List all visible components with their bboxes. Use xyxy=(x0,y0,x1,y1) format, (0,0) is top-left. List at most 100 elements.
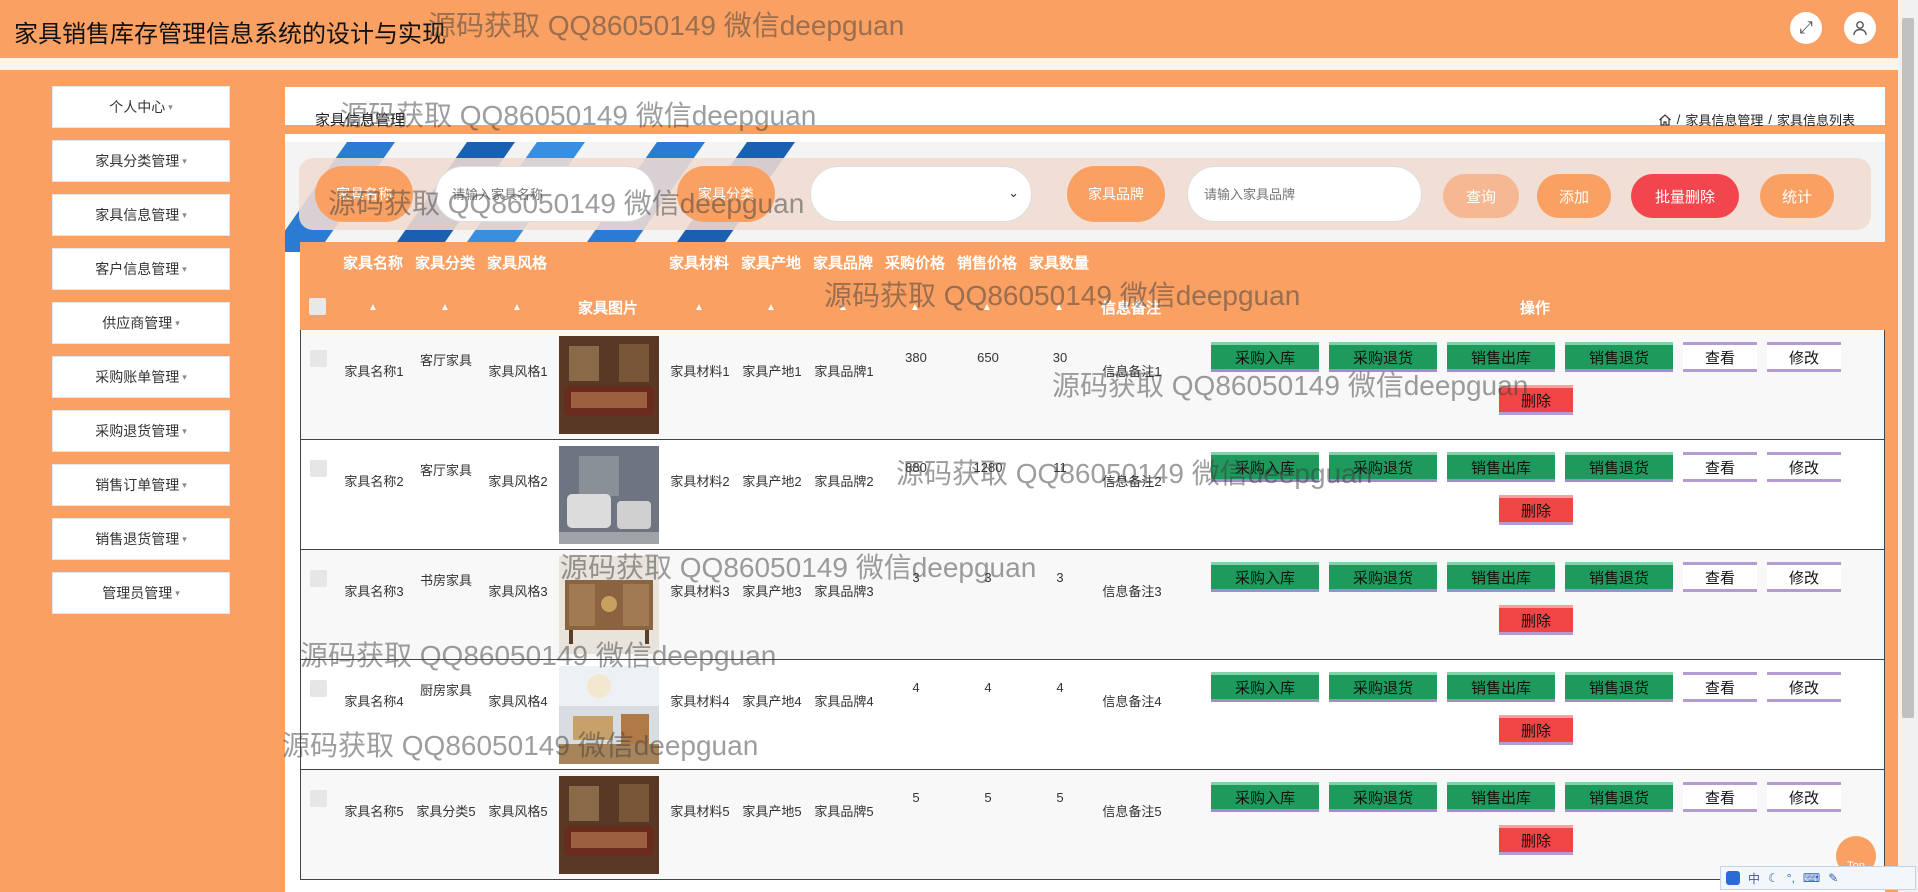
cell-sale-price: 3 xyxy=(984,570,992,585)
statistics-button[interactable]: 统计 xyxy=(1760,174,1834,218)
sort-icon[interactable]: ▲ xyxy=(1054,302,1064,313)
sort-icon[interactable]: ▲ xyxy=(440,302,450,313)
purchase-in-button[interactable]: 采购入库 xyxy=(1211,672,1319,702)
caret-down-icon: ▾ xyxy=(182,155,187,166)
cell-material: 家具材料2 xyxy=(670,474,730,489)
view-button[interactable]: 查看 xyxy=(1683,562,1757,592)
sale-out-button[interactable]: 销售出库 xyxy=(1447,672,1555,702)
caret-down-icon: ▾ xyxy=(182,371,187,382)
home-icon[interactable] xyxy=(1658,113,1672,127)
header-material: 家具材料 xyxy=(668,255,729,272)
sidebar-item-personal-center[interactable]: 个人中心 ▾ xyxy=(52,86,230,128)
sidebar-item-customer[interactable]: 客户信息管理 ▾ xyxy=(52,248,230,290)
cell-remark: 信息备注1 xyxy=(1102,364,1162,379)
header-category: 家具分类 xyxy=(414,255,475,272)
sort-icon[interactable]: ▲ xyxy=(982,302,992,313)
sidebar-item-label: 个人中心 xyxy=(109,99,166,115)
furniture-image xyxy=(559,556,659,654)
view-button[interactable]: 查看 xyxy=(1683,672,1757,702)
sort-icon[interactable]: ▲ xyxy=(512,302,522,313)
sort-icon[interactable]: ▲ xyxy=(910,302,920,313)
furniture-image xyxy=(559,446,659,544)
category-select[interactable]: ⌄ xyxy=(810,166,1032,222)
delete-button[interactable]: 删除 xyxy=(1499,605,1573,635)
cell-brand: 家具品牌4 xyxy=(814,694,874,709)
table-header: 家具名称 家具分类 家具风格 家具图片 家具材料 家具产地 家具品牌 采购价格 … xyxy=(300,242,1885,330)
sale-return-button[interactable]: 销售退货 xyxy=(1565,672,1673,702)
edit-button[interactable]: 修改 xyxy=(1767,672,1841,702)
cell-name: 家具名称1 xyxy=(344,364,404,379)
row-checkbox[interactable] xyxy=(310,680,327,697)
batch-delete-button[interactable]: 批量删除 xyxy=(1631,174,1739,218)
view-button[interactable]: 查看 xyxy=(1683,452,1757,482)
purchase-in-button[interactable]: 采购入库 xyxy=(1211,782,1319,812)
purchase-return-button[interactable]: 采购退货 xyxy=(1329,672,1437,702)
sidebar-item-sales-order[interactable]: 销售订单管理 ▾ xyxy=(52,464,230,506)
sale-return-button[interactable]: 销售退货 xyxy=(1565,782,1673,812)
delete-button[interactable]: 删除 xyxy=(1499,715,1573,745)
cell-style: 家具风格1 xyxy=(488,364,548,379)
sort-icon[interactable]: ▲ xyxy=(766,302,776,313)
sale-out-button[interactable]: 销售出库 xyxy=(1447,452,1555,482)
sale-return-button[interactable]: 销售退货 xyxy=(1565,342,1673,372)
sale-out-button[interactable]: 销售出库 xyxy=(1447,562,1555,592)
row-checkbox[interactable] xyxy=(310,350,327,367)
sidebar-item-category[interactable]: 家具分类管理 ▾ xyxy=(52,140,230,182)
purchase-return-button[interactable]: 采购退货 xyxy=(1329,562,1437,592)
sort-icon[interactable]: ▲ xyxy=(368,302,378,313)
edit-button[interactable]: 修改 xyxy=(1767,782,1841,812)
purchase-return-button[interactable]: 采购退货 xyxy=(1329,782,1437,812)
fullscreen-button[interactable]: ⤢ xyxy=(1790,12,1822,44)
select-all-checkbox[interactable] xyxy=(309,298,326,315)
sale-return-button[interactable]: 销售退货 xyxy=(1565,562,1673,592)
sidebar-item-furniture[interactable]: 家具信息管理 ▾ xyxy=(52,194,230,236)
sidebar-item-purchase-return[interactable]: 采购退货管理 ▾ xyxy=(52,410,230,452)
header-brand: 家具品牌 xyxy=(812,255,873,272)
sort-icon[interactable]: ▲ xyxy=(838,302,848,313)
purchase-in-button[interactable]: 采购入库 xyxy=(1211,342,1319,372)
delete-button[interactable]: 删除 xyxy=(1499,385,1573,415)
sort-icon[interactable]: ▲ xyxy=(694,302,704,313)
cell-brand: 家具品牌1 xyxy=(814,364,874,379)
purchase-in-button[interactable]: 采购入库 xyxy=(1211,452,1319,482)
view-button[interactable]: 查看 xyxy=(1683,782,1757,812)
edit-button[interactable]: 修改 xyxy=(1767,562,1841,592)
sale-return-button[interactable]: 销售退货 xyxy=(1565,452,1673,482)
delete-button[interactable]: 删除 xyxy=(1499,825,1573,855)
cell-name: 家具名称2 xyxy=(344,474,404,489)
purchase-return-button[interactable]: 采购退货 xyxy=(1329,452,1437,482)
purchase-in-button[interactable]: 采购入库 xyxy=(1211,562,1319,592)
sale-out-button[interactable]: 销售出库 xyxy=(1447,342,1555,372)
row-checkbox[interactable] xyxy=(310,790,327,807)
edit-button[interactable]: 修改 xyxy=(1767,452,1841,482)
row-checkbox[interactable] xyxy=(310,570,327,587)
view-button[interactable]: 查看 xyxy=(1683,342,1757,372)
breadcrumb-item: 家具信息列表 xyxy=(1776,113,1855,128)
edit-button[interactable]: 修改 xyxy=(1767,342,1841,372)
scrollbar-thumb[interactable] xyxy=(1902,18,1914,718)
user-menu-button[interactable] xyxy=(1844,12,1876,44)
ime-mode[interactable]: 中 xyxy=(1748,870,1760,887)
sidebar-item-admin[interactable]: 管理员管理 ▾ xyxy=(52,572,230,614)
sidebar-item-purchase-bill[interactable]: 采购账单管理 ▾ xyxy=(52,356,230,398)
breadcrumb-item[interactable]: 家具信息管理 xyxy=(1685,110,1763,129)
header-image: 家具图片 xyxy=(577,300,638,317)
furniture-table: 家具名称 家具分类 家具风格 家具图片 家具材料 家具产地 家具品牌 采购价格 … xyxy=(300,242,1885,880)
sidebar-item-supplier[interactable]: 供应商管理 ▾ xyxy=(52,302,230,344)
sidebar-item-sales-return[interactable]: 销售退货管理 ▾ xyxy=(52,518,230,560)
row-checkbox[interactable] xyxy=(310,460,327,477)
delete-button[interactable]: 删除 xyxy=(1499,495,1573,525)
cell-purchase-price: 4 xyxy=(912,680,920,695)
query-button[interactable]: 查询 xyxy=(1443,174,1519,218)
header-style: 家具风格 xyxy=(486,255,547,272)
cell-remark: 信息备注2 xyxy=(1102,474,1162,489)
purchase-return-button[interactable]: 采购退货 xyxy=(1329,342,1437,372)
cell-remark: 信息备注4 xyxy=(1102,694,1162,709)
sale-out-button[interactable]: 销售出库 xyxy=(1447,782,1555,812)
page-scrollbar[interactable] xyxy=(1898,0,1918,892)
add-button[interactable]: 添加 xyxy=(1537,174,1611,218)
cell-name: 家具名称5 xyxy=(344,804,404,819)
user-icon xyxy=(1853,21,1867,36)
name-search-input[interactable] xyxy=(435,166,655,222)
brand-search-input[interactable] xyxy=(1187,166,1422,222)
